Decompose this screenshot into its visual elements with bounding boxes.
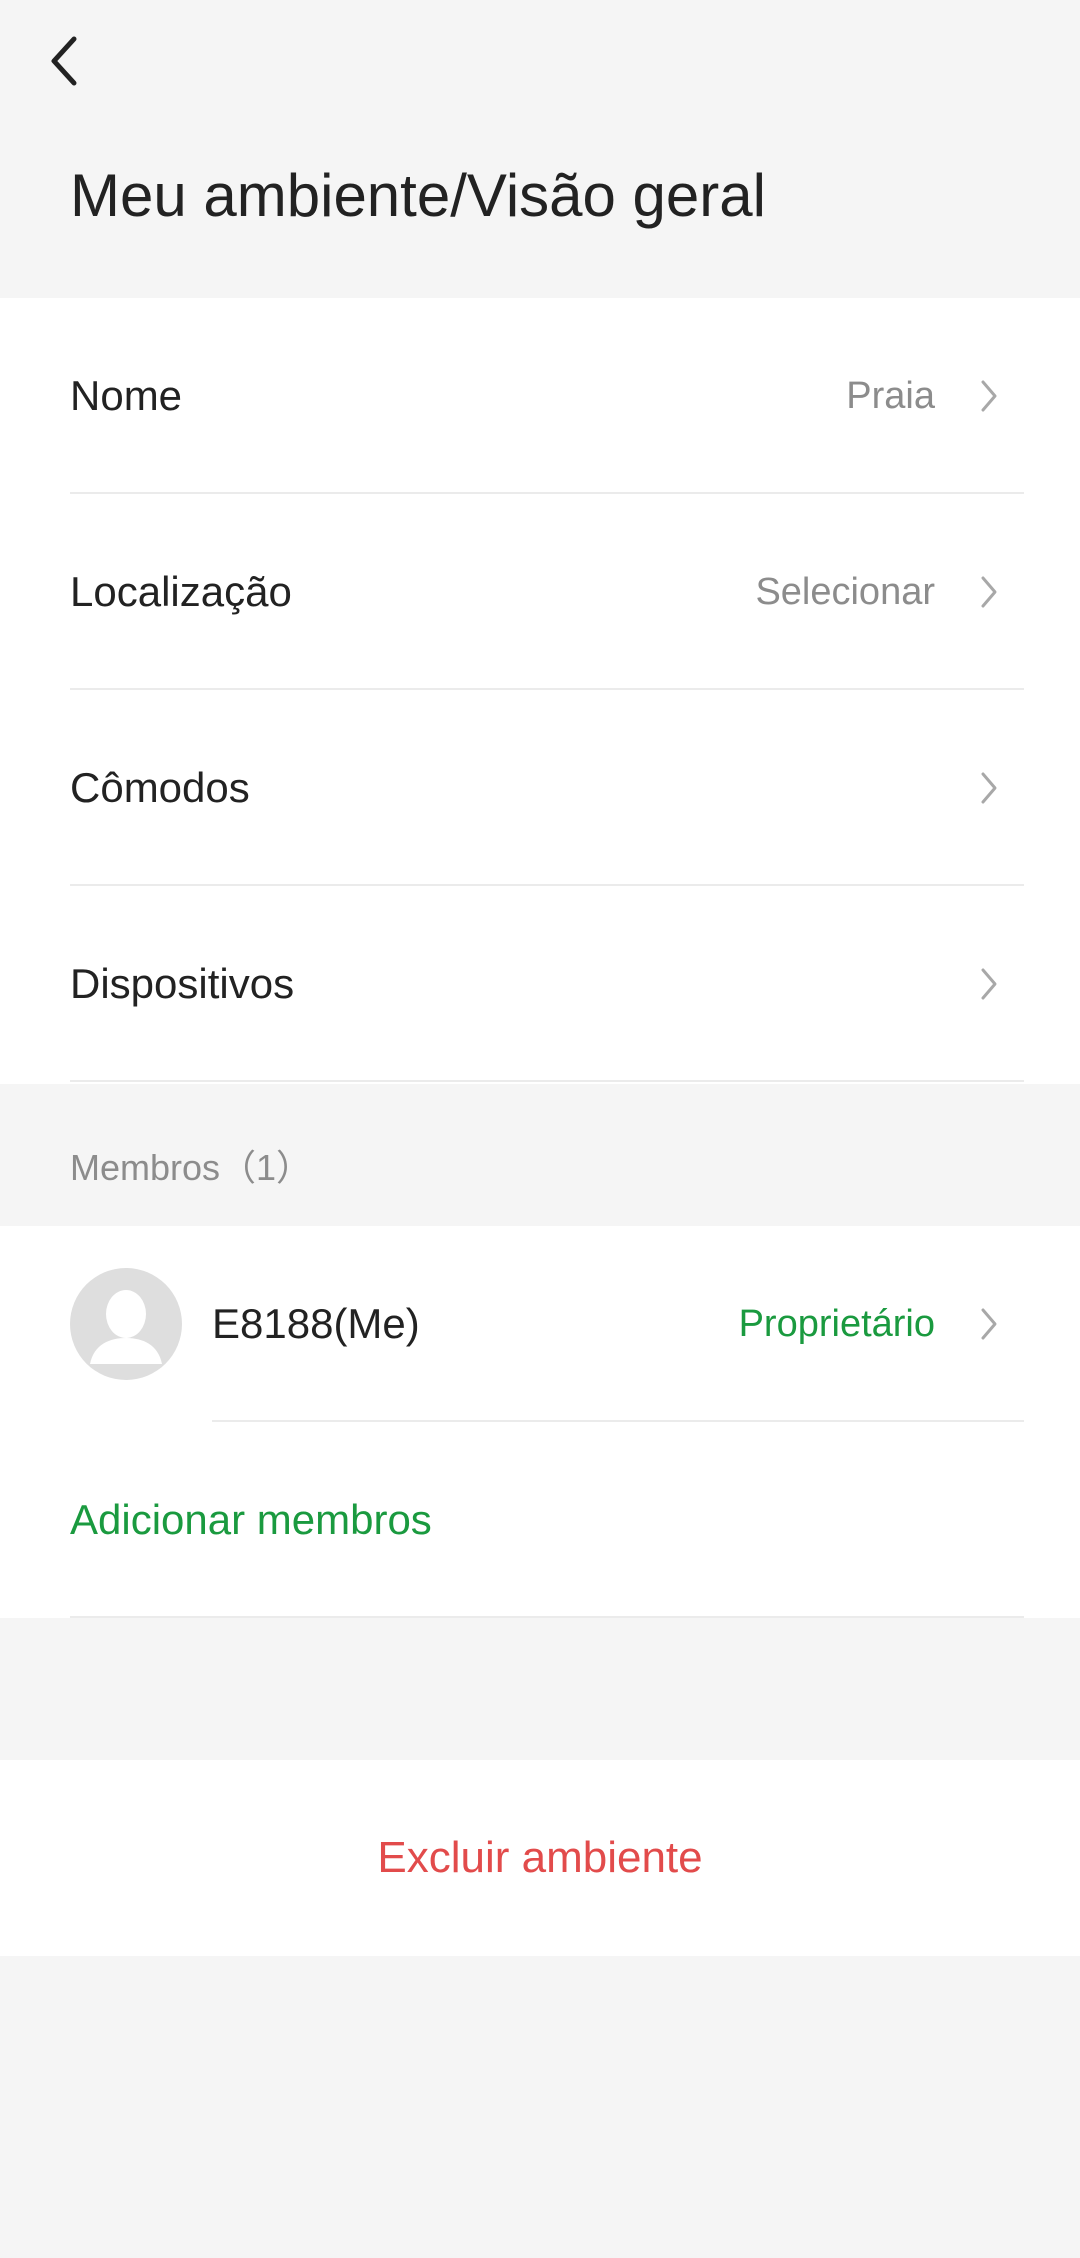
chevron-right-icon (974, 886, 1004, 1082)
row-label-name: Nome (70, 372, 183, 419)
home-overview-screen: Meu ambiente/Visão geral Nome Praia Loca… (0, 0, 1080, 2258)
add-members-button[interactable]: Adicionar membros (70, 1422, 432, 1618)
chevron-right-icon (974, 494, 1004, 690)
chevron-left-icon (46, 33, 82, 94)
member-role[interactable]: Proprietário (739, 1226, 935, 1422)
row-name[interactable]: Nome Praia (0, 298, 1080, 494)
page-title: Meu ambiente/Visão geral (70, 162, 766, 229)
members-section-label: Membros（1） (70, 1147, 313, 1188)
row-label-rooms: Cômodos (70, 764, 250, 811)
header: Meu ambiente/Visão geral (0, 0, 1080, 298)
row-value-location: Selecionar (755, 570, 935, 613)
row-label-location: Localização (70, 568, 292, 615)
row-devices[interactable]: Dispositivos (0, 886, 1080, 1082)
row-value-name: Praia (846, 374, 935, 417)
divider (70, 1616, 1024, 1618)
divider (70, 1080, 1024, 1082)
row-location[interactable]: Localização Selecionar (0, 494, 1080, 690)
row-label-devices: Dispositivos (70, 960, 295, 1007)
chevron-right-icon (974, 690, 1004, 886)
row-rooms[interactable]: Cômodos (0, 690, 1080, 886)
settings-card: Nome Praia Localização Selecionar Cômodo… (0, 298, 1080, 1084)
member-name[interactable]: E8188(Me) (212, 1226, 420, 1422)
delete-home-button[interactable]: Excluir ambiente (0, 1760, 1080, 1956)
avatar (70, 1268, 182, 1380)
chevron-right-icon (974, 298, 1004, 494)
back-button[interactable] (36, 30, 92, 96)
chevron-right-icon (974, 1226, 1004, 1422)
